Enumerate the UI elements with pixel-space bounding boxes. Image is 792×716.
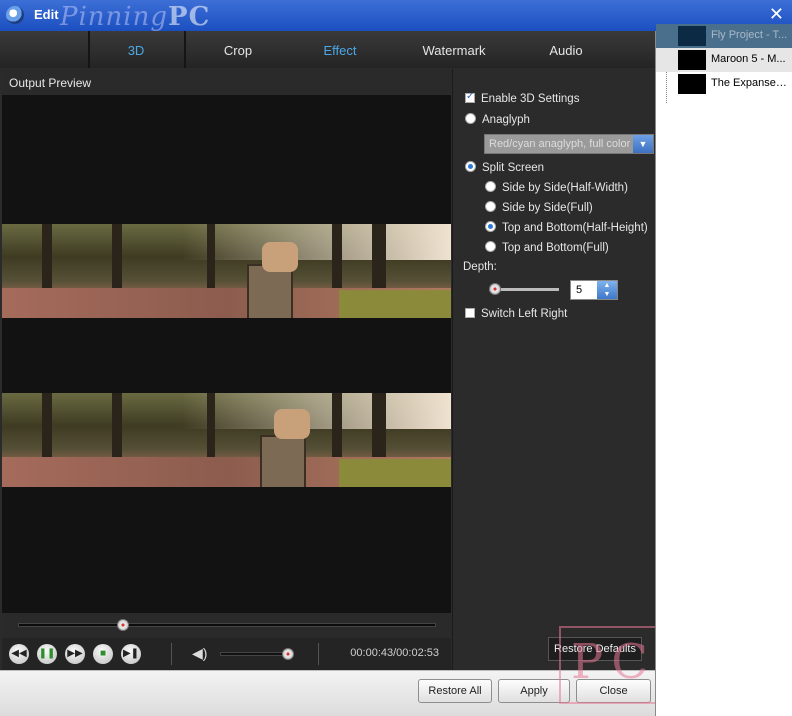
option-side-by-side-full[interactable]: Side by Side(Full) xyxy=(485,201,593,214)
volume-handle[interactable] xyxy=(282,648,295,660)
stop-icon[interactable]: ■ xyxy=(93,644,113,664)
video-frame-bottom xyxy=(2,393,451,487)
spinner-arrows-icon[interactable]: ▲ ▼ xyxy=(597,281,617,299)
fast-forward-icon[interactable]: ▶▶ xyxy=(65,644,85,664)
controls-divider xyxy=(171,643,172,665)
tab-divider xyxy=(184,31,186,68)
tab-watermark[interactable]: Watermark xyxy=(406,43,502,58)
list-item[interactable]: Fly Project - T... xyxy=(656,24,792,48)
watermark-logo: PinningPC xyxy=(60,2,211,32)
seek-track[interactable] xyxy=(18,623,436,627)
video-frame-top xyxy=(2,224,451,318)
window-title: Edit xyxy=(34,7,59,22)
volume-track[interactable] xyxy=(220,652,292,656)
restore-all-button[interactable]: Restore All xyxy=(418,679,492,703)
radio-icon[interactable] xyxy=(485,181,496,192)
radio-icon[interactable] xyxy=(485,201,496,212)
enable-3d-checkbox[interactable]: Enable 3D Settings xyxy=(465,91,579,105)
3d-settings-panel: Enable 3D Settings Anaglyph Red/cyan ana… xyxy=(452,69,655,670)
video-thumbnail xyxy=(678,26,706,46)
footer-bar: Restore All Apply Close xyxy=(0,670,655,716)
seek-bar xyxy=(2,613,451,637)
tab-audio[interactable]: Audio xyxy=(518,43,614,58)
anaglyph-mode-select[interactable]: Red/cyan anaglyph, full color ▼ xyxy=(484,134,654,154)
radio-icon[interactable] xyxy=(465,161,476,172)
radio-icon[interactable] xyxy=(465,113,476,124)
option-top-bottom-half[interactable]: Top and Bottom(Half-Height) xyxy=(485,221,648,234)
pause-icon[interactable]: ❚❚ xyxy=(37,644,57,664)
volume-icon[interactable]: ◀) xyxy=(192,645,207,662)
checkbox-icon[interactable] xyxy=(465,91,475,103)
tab-bar: 3D Crop Effect Watermark Audio xyxy=(0,31,655,68)
video-thumbnail xyxy=(678,50,706,70)
radio-icon[interactable] xyxy=(485,241,496,252)
depth-slider-handle[interactable] xyxy=(489,283,501,295)
switch-left-right-checkbox[interactable]: Switch Left Right xyxy=(465,308,567,320)
next-frame-icon[interactable]: ▶❚ xyxy=(121,644,141,664)
tab-3d[interactable]: 3D xyxy=(88,43,184,58)
chevron-down-icon[interactable]: ▼ xyxy=(633,135,653,153)
app-logo-icon xyxy=(6,6,24,24)
list-item[interactable]: Maroon 5 - M... xyxy=(656,48,792,72)
checkbox-icon[interactable] xyxy=(465,308,475,318)
video-thumbnail xyxy=(678,74,706,94)
depth-label: Depth: xyxy=(463,261,497,273)
tab-effect[interactable]: Effect xyxy=(292,43,388,58)
output-preview: Output Preview xyxy=(2,69,451,613)
radio-icon[interactable] xyxy=(485,221,496,232)
controls-divider xyxy=(318,643,319,665)
file-list: Fly Project - T... Maroon 5 - M... The E… xyxy=(655,24,792,716)
option-top-bottom-full[interactable]: Top and Bottom(Full) xyxy=(485,241,609,254)
tab-crop[interactable]: Crop xyxy=(190,43,286,58)
list-item[interactable]: The Expanse_... xyxy=(656,72,792,96)
split-screen-radio[interactable]: Split Screen xyxy=(465,161,544,174)
close-icon[interactable]: ✕ xyxy=(769,4,784,25)
depth-spinner[interactable]: 5 ▲ ▼ xyxy=(570,280,618,300)
preview-label: Output Preview xyxy=(9,76,92,90)
rewind-icon[interactable]: ◀◀ xyxy=(9,644,29,664)
option-side-by-side-half[interactable]: Side by Side(Half-Width) xyxy=(485,181,628,194)
playback-time: 00:00:43/00:02:53 xyxy=(350,647,439,659)
seek-handle[interactable] xyxy=(116,619,129,631)
anaglyph-radio[interactable]: Anaglyph xyxy=(465,113,530,126)
pc-watermark: PC xyxy=(559,626,661,704)
playback-controls: ◀◀ ❚❚ ▶▶ ■ ▶❚ ◀) 00:00:43/00:02:53 xyxy=(2,638,451,670)
